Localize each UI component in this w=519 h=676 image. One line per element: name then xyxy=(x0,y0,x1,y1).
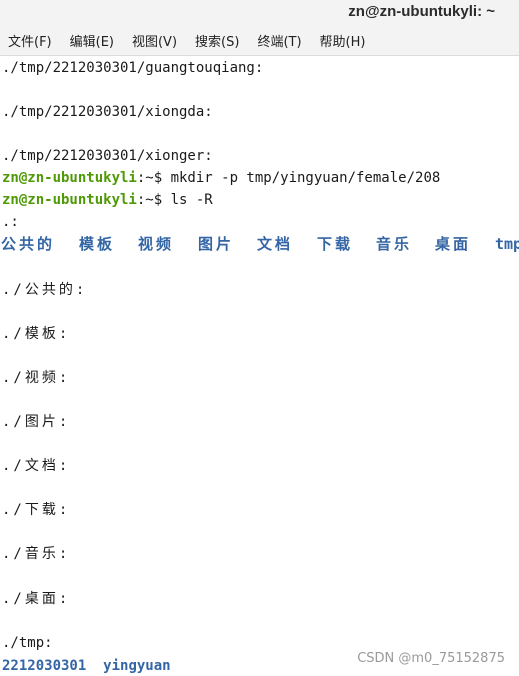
output-line: ./tmp/2212030301/xionger: xyxy=(2,148,213,164)
directory-entry: yingyuan xyxy=(103,658,171,674)
directory-entry: 音乐 xyxy=(376,235,413,253)
menu-search[interactable]: 搜索(S) xyxy=(195,31,239,50)
output-line: ./tmp/2212030301/xiongda: xyxy=(2,104,213,120)
menu-edit[interactable]: 编辑(E) xyxy=(70,31,114,50)
section-header: ./图片: xyxy=(2,414,71,430)
command-line-mkdir: zn@zn-ubuntukyli:~$ mkdir -p tmp/yingyua… xyxy=(2,167,440,189)
output-line: ./tmp/2212030301/guangtouqiang: xyxy=(2,60,264,76)
directory-listing: 公共的 模板 视频 图片 文档 下载 音乐 桌面 tmp xyxy=(0,232,519,256)
directory-entry: 桌面 xyxy=(435,235,472,253)
section-header: ./模板: xyxy=(2,326,71,342)
directory-entry: 文档 xyxy=(257,235,294,253)
directory-entry: 公共的 xyxy=(1,235,56,253)
section-header: ./文档: xyxy=(2,458,71,474)
directory-entry: 图片 xyxy=(198,235,235,253)
watermark: CSDN @m0_75152875 xyxy=(357,651,505,666)
command-line-ls: zn@zn-ubuntukyli:~$ ls -R xyxy=(2,189,213,211)
directory-entry: 模板 xyxy=(79,235,116,253)
directory-entry: 视频 xyxy=(138,235,175,253)
menu-terminal[interactable]: 终端(T) xyxy=(257,31,301,50)
section-header: ./音乐: xyxy=(2,546,71,562)
section-header: ./视频: xyxy=(2,370,71,386)
menu-bar: 文件(F) 编辑(E) 视图(V) 搜索(S) 终端(T) 帮助(H) xyxy=(0,26,519,56)
prompt-path: :~ xyxy=(136,170,154,186)
menu-view[interactable]: 视图(V) xyxy=(132,31,177,50)
output-line: .: xyxy=(2,214,19,230)
tmp-listing: 2212030301 yingyuan xyxy=(2,655,171,676)
prompt-user: zn@zn-ubuntukyli xyxy=(2,170,137,186)
window-title: zn@zn-ubuntukyli: ~ xyxy=(348,3,495,20)
section-header: ./tmp: xyxy=(2,635,53,651)
terminal-output[interactable]: ./tmp/2212030301/guangtouqiang: ./tmp/22… xyxy=(0,57,519,676)
terminal-window: zn@zn-ubuntukyli: ~ 文件(F) 编辑(E) 视图(V) 搜索… xyxy=(0,0,519,676)
directory-entry: 2212030301 xyxy=(2,658,87,674)
directory-entry: 下载 xyxy=(317,235,354,253)
section-header: ./公共的: xyxy=(2,282,88,298)
directory-entry: tmp xyxy=(495,235,519,253)
command-text: $ ls -R xyxy=(153,192,213,208)
section-header: ./桌面: xyxy=(2,591,71,607)
prompt-user: zn@zn-ubuntukyli xyxy=(2,192,137,208)
prompt-path: :~ xyxy=(136,192,154,208)
title-bar[interactable]: zn@zn-ubuntukyli: ~ xyxy=(0,0,519,26)
menu-file[interactable]: 文件(F) xyxy=(8,31,52,50)
section-header: ./下载: xyxy=(2,502,71,518)
menu-help[interactable]: 帮助(H) xyxy=(320,31,366,50)
command-text: $ mkdir -p tmp/yingyuan/female/208 xyxy=(153,170,441,186)
